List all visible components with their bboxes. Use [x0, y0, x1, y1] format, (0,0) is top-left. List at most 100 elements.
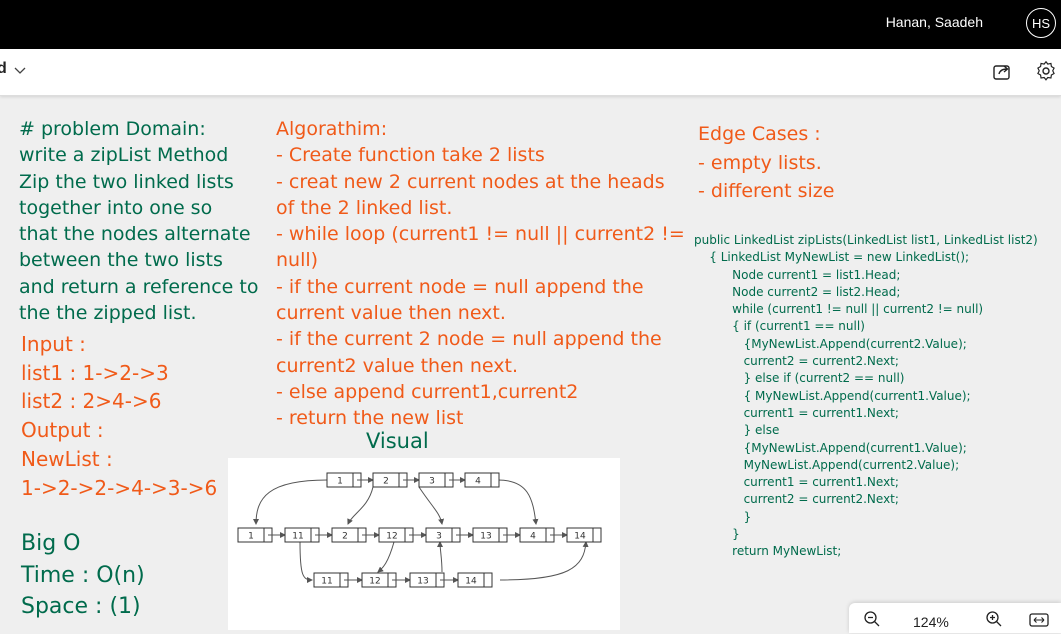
settings-gear-icon[interactable] [1035, 60, 1057, 82]
list-node: 12 [378, 527, 414, 543]
code-snippet: public LinkedList zipLists(LinkedList li… [694, 232, 1038, 561]
algorithm-line: - return the new list [276, 407, 464, 430]
arrow-mid-to-bottom2 [377, 541, 395, 573]
visual-heading: Visual [366, 429, 429, 453]
arrow-bottom4-to-mid [499, 541, 589, 581]
user-name: Hanan, Saadeh [885, 14, 983, 30]
node-value: 4 [475, 477, 481, 487]
list-node: 12 [361, 572, 397, 588]
list-node: 14 [457, 572, 493, 588]
big-o-line: Time : O(n) [21, 562, 145, 588]
share-icon[interactable] [991, 60, 1013, 82]
algorithm-line: - creat new 2 current nodes at the heads [276, 170, 665, 193]
io-line: list1 : 1->2->3 [21, 360, 169, 385]
code-line: { if (current1 == null) [694, 319, 865, 334]
problem-line: write a zipList Method [19, 144, 229, 167]
node-value: 1 [337, 477, 343, 487]
arrow-bottom3-to-mid [437, 541, 444, 573]
problem-line: Zip the two linked lists [19, 170, 234, 193]
code-line: MyNewList.Append(current2.Value); [694, 457, 960, 472]
code-line: return MyNewList; [694, 544, 842, 559]
io-line: list2 : 2>4->6 [21, 389, 162, 414]
node-value: 1 [248, 532, 254, 542]
node-value: 13 [480, 532, 491, 542]
problem-line: between the two lists [19, 249, 223, 272]
diagram-canvas: 1234 1 11 2 12 3 13 4 14 11 12 13 14 [237, 472, 602, 588]
list-node: 2 [372, 472, 408, 488]
zoom-out-icon[interactable] [863, 610, 881, 628]
node-value: 3 [429, 477, 435, 487]
code-line: Node current2 = list2.Head; [694, 284, 901, 299]
chevron-down-icon[interactable] [12, 62, 28, 78]
code-line: } else [694, 423, 780, 438]
node-value: 11 [321, 577, 332, 587]
list-node: 4 [464, 472, 500, 488]
algorithm-line: null) [276, 249, 319, 272]
io-line: Output : [21, 418, 104, 443]
code-line: public LinkedList zipLists(LinkedList li… [694, 233, 1038, 247]
arrow-top2-to-mid [347, 486, 374, 525]
node-value: 12 [386, 532, 397, 542]
list-node: 1 [326, 472, 362, 488]
section-title-fragment[interactable]: d [0, 60, 7, 78]
node-value: 2 [383, 477, 389, 487]
arrow-top1-to-mid [253, 479, 328, 525]
list-node: 11 [313, 572, 349, 588]
code-line: { LinkedList MyNewList = new LinkedList(… [694, 250, 970, 265]
user-avatar-button[interactable]: HS [1026, 8, 1056, 38]
diagram-row-list1: 1 2 3 4 [326, 472, 500, 488]
zoom-in-icon[interactable] [985, 610, 1003, 628]
code-line: { MyNewList.Append(current1.Value); [694, 388, 971, 403]
code-line: } [694, 509, 752, 524]
page-toolbar: d [0, 49, 1061, 96]
list-node: 2 [331, 527, 367, 543]
algorithm-line: - Create function take 2 lists [276, 144, 545, 167]
algorithm-text: Algorathim: - Create function take 2 lis… [276, 116, 685, 432]
linked-list-diagram: 1234 1 11 2 12 3 13 4 14 11 12 13 14 [228, 458, 620, 630]
node-value: 3 [436, 532, 442, 542]
code-line: current1 = current1.Next; [694, 405, 899, 420]
list-node: 3 [418, 472, 454, 488]
list-node: 13 [409, 572, 445, 588]
zoom-level: 124% [913, 614, 949, 630]
code-line: current2 = current2.Next; [694, 492, 899, 507]
node-value: 14 [465, 577, 477, 587]
code-line: {MyNewList.Append(current1.Value); [694, 440, 967, 455]
diagram-row-list2: 11 12 13 14 [313, 572, 493, 588]
algorithm-line: - while loop (current1 != null || curren… [276, 223, 685, 246]
edge-cases-text: Edge Cases : - empty lists. - different … [698, 120, 834, 206]
code-line: } [694, 527, 740, 542]
fit-to-width-icon[interactable] [1029, 613, 1049, 627]
algorithm-line: - if the current 2 node = null append th… [276, 328, 662, 351]
problem-line: # problem Domain: [19, 118, 206, 140]
node-value: 13 [417, 577, 428, 587]
node-value: 11 [292, 532, 303, 542]
io-line: Input : [21, 332, 86, 356]
arrow-mid-to-bottom1 [299, 541, 313, 583]
code-line: while (current1 != null || current2 != n… [694, 302, 984, 317]
arrow-top3-to-mid [418, 486, 445, 525]
list-node: 13 [472, 527, 508, 543]
algorithm-line: Algorathim: [276, 118, 388, 140]
problem-line: that the nodes alternate [19, 223, 251, 246]
input-output-text: Input : list1 : 1->2->3 list2 : 2>4->6 O… [21, 330, 217, 502]
edge-case-line: - different size [698, 180, 835, 202]
big-o-line: Big O [21, 531, 81, 556]
zoom-control-bar: 124% [849, 603, 1061, 633]
edge-case-line: - empty lists. [698, 151, 822, 174]
problem-line: and return a reference to [19, 275, 259, 298]
diagram-row-zipped: 1 11 2 12 3 13 4 14 [237, 527, 602, 543]
node-value: 12 [369, 577, 380, 587]
node-value: 4 [530, 532, 536, 542]
code-line: current1 = current1.Next; [694, 475, 899, 490]
list-node: 3 [425, 527, 461, 543]
problem-domain-text: # problem Domain: write a zipList Method… [19, 116, 258, 326]
algorithm-line: current value then next. [276, 302, 506, 325]
list-node: 14 [566, 527, 602, 543]
algorithm-line: current2 value then next. [276, 354, 518, 377]
io-line: 1->2->2->4->3->6 [21, 475, 218, 500]
node-value: 14 [574, 532, 586, 542]
code-line: Node current1 = list1.Head; [694, 267, 901, 282]
list-node: 1 [237, 527, 273, 543]
code-line: } else if (current2 == null) [694, 371, 905, 386]
